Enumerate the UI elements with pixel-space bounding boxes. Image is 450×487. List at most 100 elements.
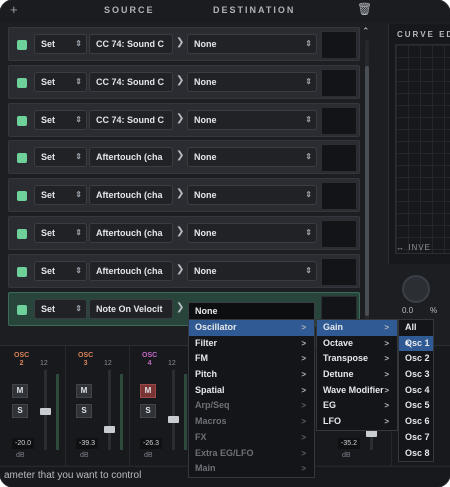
- curve-grid[interactable]: [395, 44, 450, 254]
- mode-dropdown[interactable]: Set ⇕: [34, 185, 87, 206]
- menu-item[interactable]: EG >: [317, 398, 397, 414]
- mode-dropdown[interactable]: Set ⇕: [34, 298, 87, 319]
- destination-selected-field[interactable]: None: [188, 302, 315, 320]
- destination-dropdown[interactable]: None ⇕: [187, 185, 317, 206]
- menu-item[interactable]: Macros >: [189, 414, 314, 430]
- menu-item[interactable]: Osc 6: [399, 414, 433, 430]
- source-dropdown[interactable]: CC 74: Sound C: [89, 34, 173, 54]
- enable-checkbox[interactable]: [17, 77, 27, 88]
- menu-item[interactable]: LFO >: [317, 414, 397, 430]
- trash-icon[interactable]: 🗑: [357, 2, 372, 16]
- solo-button[interactable]: S: [140, 404, 156, 418]
- submenu-arrow-icon: >: [384, 370, 389, 380]
- plus-icon[interactable]: +: [10, 2, 18, 17]
- volume-fader-handle[interactable]: [40, 408, 51, 415]
- enable-checkbox[interactable]: [17, 153, 27, 164]
- enable-checkbox[interactable]: [17, 304, 27, 315]
- menu-item[interactable]: Extra EG/LFO >: [189, 446, 314, 462]
- enable-checkbox[interactable]: [17, 40, 27, 50]
- modulation-row[interactable]: Set ⇕ CC 74: Sound C ❯ None ⇕: [8, 102, 360, 137]
- source-dropdown[interactable]: Note On Velocit: [89, 298, 173, 319]
- mode-value: Set: [41, 76, 56, 87]
- menu-item[interactable]: FM >: [189, 351, 314, 367]
- menu-item[interactable]: Gain >: [317, 320, 397, 336]
- destination-value: None: [194, 39, 217, 49]
- destination-dropdown[interactable]: None ⇕: [187, 71, 317, 92]
- menu-item[interactable]: Wave Modifier >: [317, 383, 397, 399]
- menu-item[interactable]: Pitch >: [189, 367, 314, 383]
- volume-fader-handle[interactable]: [168, 416, 179, 423]
- submenu-arrow-icon: >: [301, 338, 306, 348]
- menu-item[interactable]: FX >: [189, 430, 314, 446]
- modulation-row[interactable]: Set ⇕ CC 74: Sound C ❯ None ⇕: [8, 27, 360, 61]
- source-value: Aftertouch (cha: [96, 265, 163, 276]
- modulation-row[interactable]: Set ⇕ CC 74: Sound C ❯ None ⇕: [8, 64, 360, 99]
- menu-item[interactable]: All: [399, 320, 433, 336]
- menu-item[interactable]: Osc 7: [399, 430, 433, 446]
- source-dropdown[interactable]: CC 74: Sound C: [89, 109, 173, 130]
- solo-button[interactable]: S: [76, 404, 92, 418]
- destination-dropdown[interactable]: None ⇕: [187, 34, 317, 54]
- enable-checkbox[interactable]: [17, 115, 27, 126]
- menu-item[interactable]: Osc 8: [399, 446, 433, 462]
- menu-item[interactable]: Transpose >: [317, 351, 397, 367]
- menu-item[interactable]: Spatial >: [189, 383, 314, 399]
- enable-checkbox[interactable]: [17, 191, 27, 202]
- mod-amount-preview[interactable]: [321, 106, 357, 135]
- amount-knob[interactable]: [402, 275, 430, 303]
- invert-button[interactable]: ↔ INVE: [396, 243, 431, 252]
- mode-dropdown[interactable]: Set ⇕: [34, 109, 87, 130]
- mode-dropdown[interactable]: Set ⇕: [34, 34, 87, 54]
- mod-amount-preview[interactable]: [321, 68, 357, 97]
- volume-fader-track[interactable]: [172, 370, 175, 450]
- mute-button[interactable]: M: [12, 384, 28, 398]
- menu-item[interactable]: Osc 4: [399, 383, 433, 399]
- destination-dropdown[interactable]: None ⇕: [187, 147, 317, 168]
- menu-item[interactable]: Osc 3: [399, 367, 433, 383]
- curve-editor[interactable]: CURVE ED: [388, 24, 450, 264]
- modulation-row[interactable]: Set ⇕ Aftertouch (cha ❯ None ⇕: [8, 253, 360, 288]
- enable-checkbox[interactable]: [17, 266, 27, 277]
- menu-item-label: FX: [195, 431, 207, 442]
- menu-item[interactable]: Detune >: [317, 367, 397, 383]
- mode-dropdown[interactable]: Set ⇕: [34, 260, 87, 281]
- source-dropdown[interactable]: Aftertouch (cha: [89, 223, 173, 243]
- enable-checkbox[interactable]: [17, 229, 27, 239]
- mod-amount-preview[interactable]: [321, 31, 357, 59]
- modulation-row[interactable]: Set ⇕ Aftertouch (cha ❯ None ⇕: [8, 178, 360, 213]
- mod-amount-preview[interactable]: [321, 220, 357, 248]
- destination-dropdown[interactable]: None ⇕: [187, 260, 317, 281]
- list-scrollbar[interactable]: ⌃: [362, 26, 372, 322]
- volume-fader-track[interactable]: [108, 370, 111, 450]
- mode-dropdown[interactable]: Set ⇕: [34, 71, 87, 92]
- solo-button[interactable]: S: [12, 404, 28, 418]
- menu-item[interactable]: Filter >: [189, 336, 314, 352]
- menu-item[interactable]: Osc 5: [399, 398, 433, 414]
- destination-dropdown[interactable]: None ⇕: [187, 109, 317, 130]
- source-dropdown[interactable]: Aftertouch (cha: [89, 185, 173, 206]
- source-dropdown[interactable]: Aftertouch (cha: [89, 147, 173, 168]
- source-dropdown[interactable]: Aftertouch (cha: [89, 260, 173, 281]
- mod-amount-preview[interactable]: [321, 182, 357, 211]
- mod-amount-preview[interactable]: [321, 257, 357, 286]
- scroll-thumb[interactable]: [365, 66, 369, 316]
- source-dropdown[interactable]: CC 74: Sound C: [89, 71, 173, 92]
- mute-button[interactable]: M: [76, 384, 92, 398]
- mode-dropdown[interactable]: Set ⇕: [34, 147, 87, 168]
- volume-fader-handle[interactable]: [104, 426, 115, 433]
- menu-item[interactable]: Oscillator >: [189, 320, 314, 336]
- modulation-row[interactable]: Set ⇕ Aftertouch (cha ❯ None ⇕: [8, 216, 360, 250]
- destination-dropdown[interactable]: None ⇕: [187, 223, 317, 243]
- mute-button[interactable]: M: [140, 384, 156, 398]
- menu-item[interactable]: Arp/Seq >: [189, 398, 314, 414]
- mode-dropdown[interactable]: Set ⇕: [34, 223, 87, 243]
- menu-item[interactable]: Osc 2: [399, 351, 433, 367]
- submenu-arrow-icon: >: [384, 323, 389, 332]
- menu-item[interactable]: Octave >: [317, 336, 397, 352]
- volume-fader-handle[interactable]: [366, 430, 377, 437]
- menu-item[interactable]: Main >: [189, 461, 314, 477]
- mod-amount-preview[interactable]: [321, 144, 357, 173]
- modulation-row[interactable]: Set ⇕ Aftertouch (cha ❯ None ⇕: [8, 140, 360, 175]
- menu-item-label: Osc 3: [405, 369, 430, 380]
- scroll-up-icon[interactable]: ⌃: [362, 26, 370, 37]
